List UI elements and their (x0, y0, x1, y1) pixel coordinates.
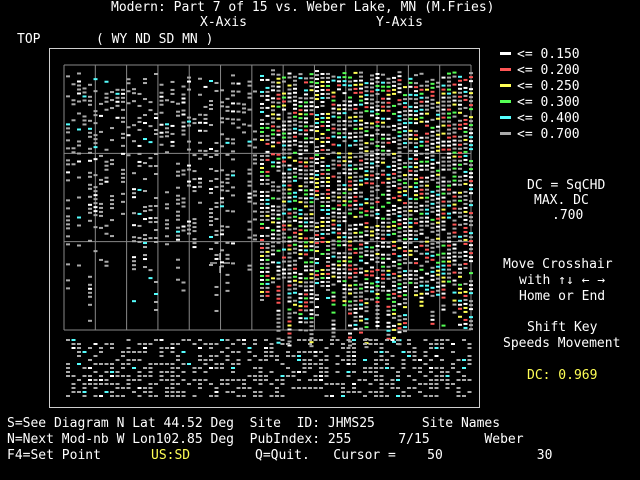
help-home-end: Home or End (519, 289, 606, 304)
legend-swatch (500, 100, 511, 103)
legend-label: <= 0.250 (517, 79, 580, 94)
legend-swatch (500, 116, 511, 119)
help-move-crosshair: Move Crosshair (503, 257, 613, 272)
legend-item: <= 0.700 (500, 127, 580, 143)
footer-state-code: US:SD (151, 448, 191, 463)
x-axis-label: X-Axis (200, 15, 247, 30)
legend-label: <= 0.150 (517, 47, 580, 62)
dissimilarity-map[interactable] (49, 48, 480, 408)
y-axis-label: Y-Axis (376, 15, 423, 30)
legend-swatch (500, 68, 511, 71)
legend-item: <= 0.150 (500, 47, 580, 63)
legend-swatch (500, 132, 511, 135)
help-arrow-keys: with ↑↓ ← → (519, 273, 606, 288)
help-shift-key: Shift Key (527, 320, 598, 335)
legend-item: <= 0.400 (500, 111, 580, 127)
screen-title: Modern: Part 7 of 15 vs. Weber Lake, MN … (111, 0, 495, 15)
footer-line-1: S=See Diagram N Lat 44.52 Deg Site ID: J… (7, 416, 501, 431)
footer-line-2: N=Next Mod-nb W Lon102.85 Deg PubIndex: … (7, 432, 524, 447)
max-dc-label: MAX. DC (534, 193, 589, 208)
dc-definition: DC = SqCHD (527, 178, 606, 193)
legend-item: <= 0.300 (500, 95, 580, 111)
legend-label: <= 0.300 (517, 95, 580, 110)
footer-set-point[interactable]: F4=Set Point (7, 448, 101, 463)
map-plot-svg (63, 64, 473, 397)
footer-quit-cursor[interactable]: Q=Quit. Cursor = 50 30 (255, 448, 552, 463)
legend-swatch (500, 84, 511, 87)
states-label: ( WY ND SD MN ) (96, 32, 214, 47)
legend-swatch (500, 52, 511, 55)
legend-item: <= 0.250 (500, 79, 580, 95)
dc-value: DC: 0.969 (527, 368, 598, 383)
legend-label: <= 0.200 (517, 63, 580, 78)
legend-label: <= 0.400 (517, 111, 580, 126)
legend-item: <= 0.200 (500, 63, 580, 79)
crosshair-icon[interactable] (210, 253, 230, 273)
legend-label: <= 0.700 (517, 127, 580, 142)
help-speeds-movement: Speeds Movement (503, 336, 621, 351)
max-dc-value: .700 (552, 208, 584, 223)
top-label: TOP (17, 32, 41, 47)
map-grid (63, 64, 472, 331)
